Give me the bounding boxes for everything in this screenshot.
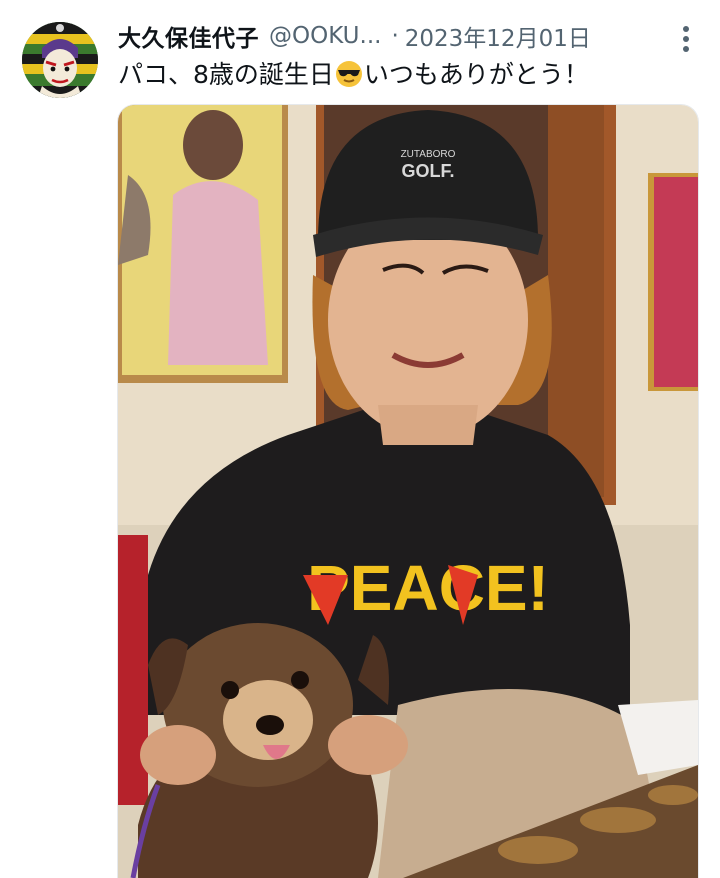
shirt-print: PEACE!	[307, 552, 549, 624]
painting-right	[648, 173, 698, 391]
sunglasses-emoji-icon	[335, 60, 363, 88]
photo-illustration: ZUTABORO GOLF. PEACE!	[118, 105, 698, 878]
separator-dot: ·	[391, 23, 399, 49]
dog	[130, 623, 408, 878]
tweet-photo[interactable]: ZUTABORO GOLF. PEACE!	[117, 104, 699, 878]
tweet-date[interactable]: 2023年12月01日	[405, 19, 591, 53]
cap-text-line2: GOLF.	[402, 161, 455, 181]
display-name[interactable]: 大久保佳代子	[118, 19, 259, 53]
user-avatar[interactable]	[22, 22, 98, 98]
more-options-icon[interactable]	[682, 26, 690, 52]
painting-left	[118, 105, 288, 383]
tweet-text: パコ、8歳の誕生日 いつもありがとう！	[118, 58, 589, 92]
tweet-header: 大久保佳代子 @OOKU... · 2023年12月01日	[118, 18, 696, 54]
tweet-text-part-2: いつもありがとう！	[363, 60, 589, 89]
cap-text-line1: ZUTABORO	[401, 149, 456, 160]
tweet-text-part-1: パコ、8歳の誕生日	[118, 60, 334, 89]
user-handle[interactable]: @OOKU...	[269, 23, 381, 49]
